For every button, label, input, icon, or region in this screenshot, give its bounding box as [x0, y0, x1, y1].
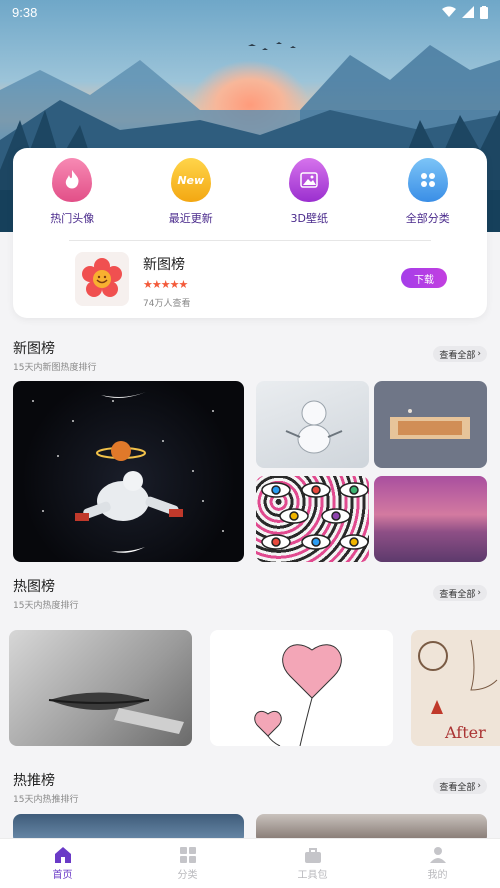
quick-link-label: 3D壁纸: [290, 212, 328, 225]
see-all-label: 查看全部: [439, 350, 476, 361]
see-all-label: 查看全部: [439, 589, 476, 600]
see-all-new-button[interactable]: 查看全部 ›: [433, 346, 487, 362]
chevron-right-icon: ›: [477, 781, 481, 791]
wifi-icon: [442, 6, 456, 17]
section-subtitle-recommend: 15天内热推排行: [13, 795, 79, 805]
wallpaper-snowman[interactable]: [256, 381, 369, 468]
quick-links: 热门头像 New 最近更新 3D壁纸 全部分类: [13, 148, 487, 226]
nav-label: 我的: [427, 870, 448, 881]
grid-icon: [407, 158, 448, 202]
nav-mine[interactable]: 我的: [375, 839, 500, 888]
status-time: 9:38: [12, 4, 38, 20]
status-bar: 9:38: [0, 0, 500, 24]
nav-home[interactable]: 首页: [0, 839, 125, 888]
grid-icon: [179, 847, 196, 863]
section-title-new: 新图榜: [13, 341, 55, 357]
new-icon: New: [170, 158, 211, 202]
wallpaper-vintage[interactable]: After: [411, 630, 500, 746]
wallpaper-heart-balloons[interactable]: [210, 630, 393, 746]
app-name: 新图榜: [143, 257, 185, 273]
user-icon: [429, 847, 446, 863]
featured-card: 热门头像 New 最近更新 3D壁纸 全部分类 新图榜 ★★★★★ 74万人查看…: [13, 148, 487, 318]
toolbox-icon: [304, 848, 321, 863]
see-all-recommend-button[interactable]: 查看全部 ›: [433, 778, 487, 794]
quick-link-hot-avatar[interactable]: 热门头像: [22, 158, 122, 226]
chevron-right-icon: ›: [477, 349, 481, 359]
svg-text:After: After: [444, 723, 486, 742]
signal-icon: [462, 6, 474, 18]
section-title-recommend: 热推榜: [13, 773, 55, 789]
nav-label: 首页: [52, 870, 73, 881]
nav-label: 工具包: [297, 870, 328, 881]
quick-link-3d-wallpaper[interactable]: 3D壁纸: [259, 158, 359, 226]
see-all-hot-button[interactable]: 查看全部 ›: [433, 585, 487, 601]
wallpaper-eyes[interactable]: [256, 476, 369, 562]
wallpaper-frame[interactable]: [374, 381, 487, 468]
section-title-hot: 热图榜: [13, 579, 55, 595]
wallpaper-astronaut[interactable]: [13, 381, 244, 562]
quick-link-label: 热门头像: [50, 212, 95, 225]
wallpaper-ocean[interactable]: [374, 476, 487, 562]
nav-toolbox[interactable]: 工具包: [250, 839, 375, 888]
see-all-label: 查看全部: [439, 782, 476, 793]
flame-icon: [52, 158, 93, 202]
nav-category[interactable]: 分类: [125, 839, 250, 888]
quick-link-label: 全部分类: [405, 212, 450, 225]
chevron-right-icon: ›: [477, 588, 481, 598]
divider: [69, 240, 431, 241]
download-button[interactable]: 下载: [401, 268, 447, 288]
nav-label: 分类: [177, 870, 198, 881]
section-subtitle-hot: 15天内热度排行: [13, 601, 79, 611]
bottom-navigation: 首页 分类 工具包 我的: [0, 838, 500, 888]
quick-link-recent[interactable]: New 最近更新: [141, 158, 241, 226]
rating-stars: ★★★★★: [143, 278, 188, 291]
quick-link-label: 最近更新: [168, 212, 213, 225]
home-icon: [54, 847, 71, 863]
quick-link-all-categories[interactable]: 全部分类: [378, 158, 478, 226]
wallpaper-lips[interactable]: [9, 630, 192, 746]
image-icon: [289, 158, 330, 202]
battery-icon: [480, 5, 488, 19]
section-subtitle-new: 15天内新图热度排行: [13, 363, 97, 373]
featured-app-row[interactable]: 新图榜 ★★★★★ 74万人查看 下载: [75, 252, 447, 309]
flower-icon: [75, 252, 129, 306]
app-view-count: 74万人查看: [143, 299, 191, 309]
